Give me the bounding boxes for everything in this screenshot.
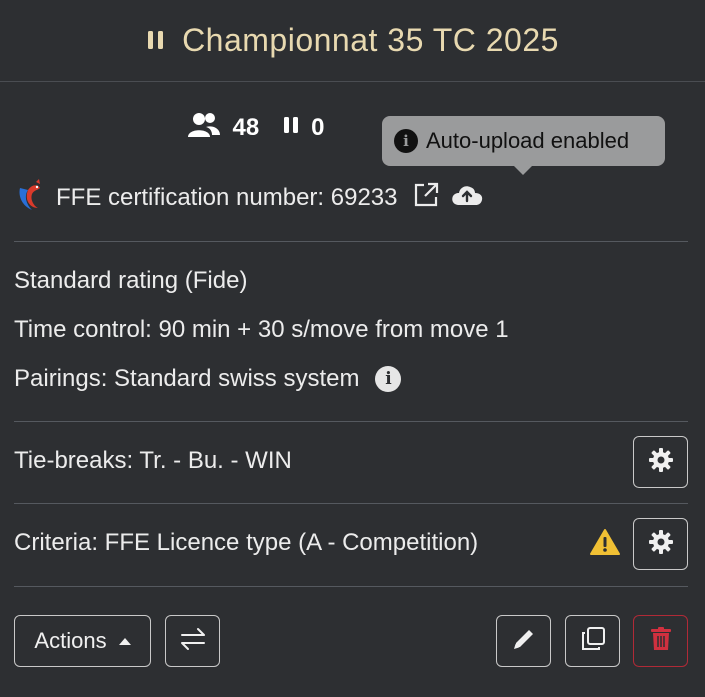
info-icon: i <box>394 129 418 153</box>
tooltip-text: Auto-upload enabled <box>426 128 630 153</box>
rating-text: Standard rating (Fide) <box>14 267 248 294</box>
rounds-count: 0 <box>311 114 325 141</box>
divider <box>14 503 688 504</box>
duplicate-button[interactable] <box>565 615 620 667</box>
warning-icon[interactable] <box>589 528 621 561</box>
rounds-pause-icon <box>283 114 299 142</box>
certification-label: FFE certification number: 69233 <box>56 184 398 211</box>
actions-label: Actions <box>34 628 107 653</box>
players-count: 48 <box>232 114 260 141</box>
actions-dropdown-button[interactable]: Actions <box>14 615 151 667</box>
criteria-settings-button[interactable] <box>633 518 688 570</box>
players-icon <box>188 112 221 145</box>
external-link-icon[interactable] <box>412 181 440 216</box>
auto-upload-tooltip: i Auto-upload enabled <box>382 116 665 175</box>
pencil-icon <box>511 626 537 657</box>
criteria-text: Criteria: FFE Licence type (A - Competit… <box>14 529 479 556</box>
tiebreaks-settings-button[interactable] <box>633 436 688 488</box>
caret-up-icon <box>118 637 131 645</box>
swap-arrows-icon <box>179 627 207 656</box>
pairings-text: Pairings: Standard swiss system <box>14 365 360 392</box>
tiebreaks-text: Tie-breaks: Tr. - Bu. - WIN <box>14 447 292 474</box>
trash-icon <box>649 626 673 657</box>
cloud-upload-icon[interactable] <box>450 183 484 214</box>
delete-button[interactable] <box>633 615 688 667</box>
pairings-info-icon[interactable]: i <box>375 366 402 392</box>
ffe-rooster-logo-icon <box>14 178 44 219</box>
tournament-header: Championnat 35 TC 2025 <box>0 0 705 82</box>
divider <box>14 586 688 587</box>
gear-icon <box>648 529 674 560</box>
pairings-row: Pairings: Standard swiss system i <box>14 362 402 396</box>
tournament-title: Championnat 35 TC 2025 <box>182 22 559 58</box>
swap-button[interactable] <box>165 615 220 667</box>
pause-icon <box>146 22 166 59</box>
gear-icon <box>648 447 674 478</box>
copy-icon <box>579 625 607 658</box>
edit-button[interactable] <box>496 615 551 667</box>
divider <box>14 421 688 422</box>
time-control-text: Time control: 90 min + 30 s/move from mo… <box>14 316 509 343</box>
divider <box>14 241 688 242</box>
certification-row: FFE certification number: 69233 <box>14 178 484 218</box>
